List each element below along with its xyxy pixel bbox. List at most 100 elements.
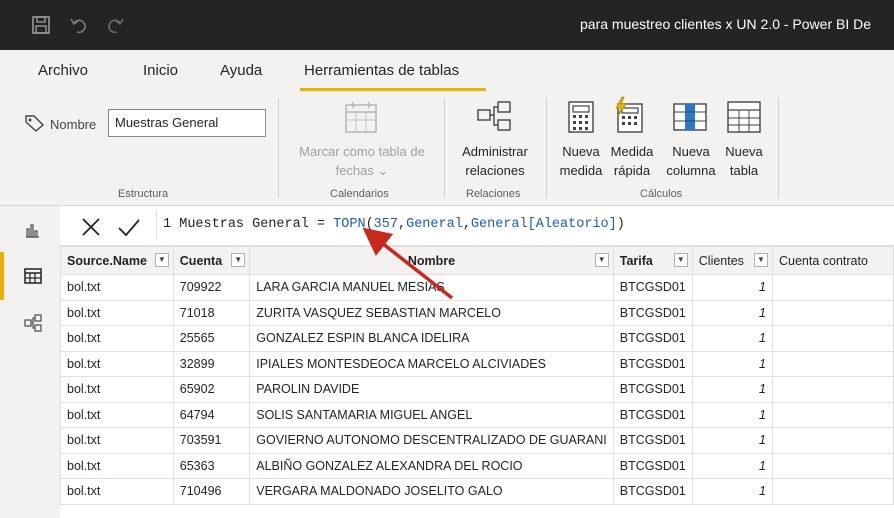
table-row[interactable]: bol.txt 32899 IPIALES MONTESDEOCA MARCELO … [60, 350, 894, 377]
table-cell[interactable]: GONZALEZ ESPIN BLANCA IDELIRA [249, 325, 614, 352]
table-cell[interactable]: 1 [691, 452, 773, 479]
table-cell[interactable]: 64794 [172, 401, 251, 428]
model-view-icon[interactable] [24, 314, 42, 332]
table-cell[interactable]: 32899 [172, 350, 251, 377]
table-row[interactable]: bol.txt 709922 LARA GARCIA MANUEL MESIAS BT… [60, 274, 894, 301]
filter-dropdown-icon[interactable]: ▼ [673, 253, 688, 267]
table-row[interactable]: bol.txt 703591 GOVIERNO AUTONOMO DESCENTRA… [60, 427, 894, 454]
table-cell[interactable]: ZURITA VASQUEZ SEBASTIAN MARCELO [249, 299, 614, 326]
table-cell[interactable]: 1 [691, 401, 773, 428]
filter-dropdown-icon[interactable]: ▼ [154, 253, 169, 267]
table-cell[interactable]: BTCGSD01 [612, 350, 693, 377]
table-cell[interactable]: BTCGSD01 [612, 478, 693, 505]
tab-inicio[interactable]: Inicio [143, 62, 178, 79]
table-cell[interactable]: BTCGSD01 [612, 427, 693, 454]
new-column-label-2: columna [666, 163, 716, 178]
table-cell[interactable]: IPIALES MONTESDEOCA MARCELO ALCIVIADES [249, 350, 614, 377]
table-cell[interactable]: bol.txt [60, 350, 174, 377]
tab-herramientas-de-tablas[interactable]: Herramientas de tablas [304, 62, 459, 79]
table-cell[interactable]: PAROLIN DAVIDE [249, 376, 614, 403]
group-label-calculos: Cálculos [640, 188, 683, 200]
table-cell[interactable]: 1 [691, 274, 773, 301]
table-cell[interactable]: 709922 [172, 274, 251, 301]
column-header[interactable]: Cuenta ▼ [172, 246, 251, 275]
table-row[interactable]: bol.txt 64794 SOLIS SANTAMARIA MIGUEL ANGE… [60, 401, 894, 428]
table-cell[interactable] [771, 478, 894, 505]
table-cell[interactable]: 703591 [172, 427, 251, 454]
table-cell[interactable] [771, 350, 894, 377]
column-header-label: Nombre [407, 253, 456, 268]
table-cell[interactable]: 1 [691, 478, 773, 505]
table-cell[interactable]: LARA GARCIA MANUEL MESIAS [249, 274, 614, 301]
dax-formula-input[interactable]: 1 Muestras General = TOPN(357,General,Ge… [163, 217, 625, 232]
table-cell[interactable]: bol.txt [60, 274, 174, 301]
table-cell[interactable]: 71018 [172, 299, 251, 326]
table-cell[interactable]: SOLIS SANTAMARIA MIGUEL ANGEL [249, 401, 614, 428]
table-cell[interactable] [771, 376, 894, 403]
table-cell[interactable] [771, 274, 894, 301]
table-cell[interactable]: BTCGSD01 [612, 325, 693, 352]
table-row[interactable]: bol.txt 65363 ALBIÑO GONZALEZ ALEXANDRA DE… [60, 452, 894, 479]
manage-relationships-button[interactable]: Administrar relaciones [450, 142, 540, 180]
column-header[interactable]: Cuenta contrato [771, 246, 894, 275]
table-cell[interactable]: VERGARA MALDONADO JOSELITO GALO [249, 478, 614, 505]
column-header[interactable]: Clientes ▼ [691, 246, 773, 275]
table-cell[interactable]: bol.txt [60, 427, 174, 454]
table-cell[interactable]: 1 [691, 299, 773, 326]
column-header-label: Tarifa [619, 253, 653, 268]
table-cell[interactable]: BTCGSD01 [612, 299, 693, 326]
data-view-icon[interactable] [24, 268, 42, 284]
table-name-input[interactable]: Muestras General [108, 109, 266, 137]
table-row[interactable]: bol.txt 25565 GONZALEZ ESPIN BLANCA IDELIR… [60, 325, 894, 352]
active-tab-indicator [300, 88, 486, 91]
column-header[interactable]: Tarifa ▼ [612, 246, 693, 275]
table-cell[interactable]: BTCGSD01 [612, 376, 693, 403]
table-row[interactable]: bol.txt 710496 VERGARA MALDONADO JOSELITO … [60, 478, 894, 505]
commit-formula-icon[interactable] [116, 214, 142, 240]
table-cell[interactable]: GOVIERNO AUTONOMO DESCENTRALIZADO DE GUA… [249, 427, 614, 454]
formula-close-paren: ) [616, 217, 625, 232]
filter-dropdown-icon[interactable]: ▼ [231, 253, 246, 267]
mark-date-table-button[interactable]: Marcar como tabla de fechas ⌄ [288, 142, 436, 180]
new-table-button[interactable]: Nueva tabla [720, 142, 768, 180]
table-cell[interactable]: bol.txt [60, 299, 174, 326]
table-cell[interactable]: bol.txt [60, 478, 174, 505]
filter-dropdown-icon[interactable]: ▼ [753, 253, 768, 267]
save-icon[interactable] [30, 14, 52, 36]
table-cell[interactable] [771, 401, 894, 428]
table-cell[interactable]: bol.txt [60, 325, 174, 352]
table-cell[interactable] [771, 427, 894, 454]
table-cell[interactable]: 1 [691, 427, 773, 454]
table-row[interactable]: bol.txt 65902 PAROLIN DAVIDE BTCGSD01 1 [60, 376, 894, 403]
table-cell[interactable]: BTCGSD01 [612, 274, 693, 301]
table-cell[interactable]: 1 [691, 350, 773, 377]
report-view-icon[interactable] [24, 222, 40, 238]
undo-icon[interactable] [68, 14, 90, 36]
table-cell[interactable] [771, 452, 894, 479]
new-measure-button[interactable]: Nueva medida [554, 142, 608, 180]
new-column-button[interactable]: Nueva columna [660, 142, 722, 180]
table-cell[interactable]: BTCGSD01 [612, 401, 693, 428]
redo-icon[interactable] [104, 14, 126, 36]
table-cell[interactable]: 710496 [172, 478, 251, 505]
table-row[interactable]: bol.txt 71018 ZURITA VASQUEZ SEBASTIAN MAR… [60, 299, 894, 326]
table-cell[interactable]: 1 [691, 325, 773, 352]
tab-archivo[interactable]: Archivo [38, 62, 88, 79]
table-cell[interactable]: 65363 [172, 452, 251, 479]
table-cell[interactable]: 25565 [172, 325, 251, 352]
cancel-formula-icon[interactable] [78, 214, 104, 240]
table-cell[interactable]: 1 [691, 376, 773, 403]
tab-ayuda[interactable]: Ayuda [220, 62, 262, 79]
table-cell[interactable]: ALBIÑO GONZALEZ ALEXANDRA DEL ROCIO [249, 452, 614, 479]
table-cell[interactable]: BTCGSD01 [612, 452, 693, 479]
quick-measure-button[interactable]: Medida rápida [606, 142, 658, 180]
column-header[interactable]: Source.Name ▼ [60, 246, 174, 275]
filter-dropdown-icon[interactable]: ▼ [594, 253, 609, 267]
column-header[interactable]: Nombre ▼ [249, 246, 614, 275]
table-cell[interactable] [771, 325, 894, 352]
table-cell[interactable]: bol.txt [60, 376, 174, 403]
table-cell[interactable]: bol.txt [60, 452, 174, 479]
table-cell[interactable]: 65902 [172, 376, 251, 403]
table-cell[interactable] [771, 299, 894, 326]
table-cell[interactable]: bol.txt [60, 401, 174, 428]
